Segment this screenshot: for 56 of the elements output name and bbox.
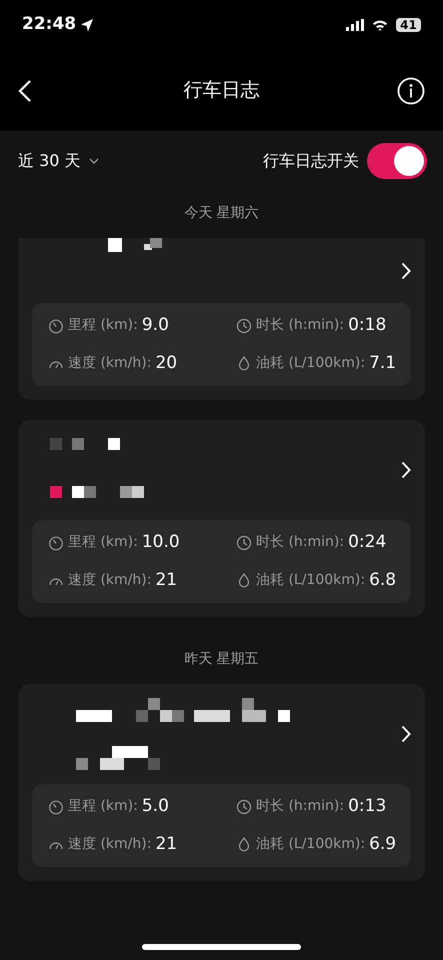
stat-value: 20	[155, 352, 178, 374]
clock-icon	[236, 534, 252, 551]
location-arrow-icon	[80, 18, 94, 32]
drop-icon	[236, 572, 252, 588]
stopwatch-icon	[48, 534, 64, 551]
stat-value: 21	[155, 568, 178, 592]
date-heading: 今天 星期六	[183, 204, 260, 223]
toggle-label: 行车日志开关	[263, 150, 359, 172]
stat-value: 0:24	[348, 531, 386, 554]
clock-icon	[236, 318, 252, 334]
stat-label: 油耗 (L/100km):	[256, 570, 366, 590]
stat-value: 10.0	[142, 531, 180, 554]
stat-label: 里程 (km):	[68, 797, 138, 816]
stat-value: 21	[155, 832, 178, 856]
clock-icon	[236, 798, 252, 815]
stopwatch-icon	[48, 318, 64, 334]
stat-label: 油耗 (L/100km):	[256, 834, 366, 854]
stat-label: 速度 (km/h):	[68, 570, 152, 590]
caret-icon	[88, 158, 99, 164]
pixelated-address-drawing	[108, 238, 162, 252]
stat-value: 7.1	[369, 352, 396, 374]
stat-value: 6.9	[369, 832, 396, 856]
drop-icon	[236, 836, 252, 852]
back-button[interactable]	[18, 78, 32, 102]
stat-label: 时长 (h:min):	[256, 316, 344, 336]
trip-card[interactable]: 里程 (km): 5.0 时长 (h:min): 0:13 速度 (km/h): 21 油耗 (L/100km): 6.9	[18, 684, 425, 881]
stat-value: 6.8	[369, 568, 396, 592]
stat-value: 9.0	[142, 314, 169, 337]
chevron-right-icon	[401, 461, 411, 479]
info-button[interactable]	[397, 76, 425, 104]
clock-time: 22:48	[22, 13, 76, 36]
page-title: 行车日志	[184, 79, 260, 101]
drop-icon	[236, 355, 252, 372]
stat-label: 时长 (h:min):	[256, 533, 344, 552]
log-toggle[interactable]	[367, 143, 427, 179]
stopwatch-icon	[48, 798, 64, 815]
trip-card[interactable]: 里程 (km): 10.0 时长 (h:min): 0:24 速度 (km/h): 21 油耗 (L/100km): 6.8	[18, 420, 425, 617]
stat-label: 油耗 (L/100km):	[256, 354, 366, 373]
stat-label: 速度 (km/h):	[68, 834, 152, 854]
info-icon	[397, 76, 425, 104]
stat-label: 里程 (km):	[68, 316, 138, 336]
stat-label: 里程 (km):	[68, 533, 138, 552]
back-icon	[18, 78, 32, 102]
stat-value: 0:13	[348, 795, 386, 818]
stat-label: 时长 (h:min):	[256, 797, 344, 816]
stat-value: 0:18	[348, 314, 386, 337]
range-dropdown[interactable]: 近 30 天	[18, 149, 99, 173]
trip-card[interactable]: 里程 (km): 9.0 时长 (h:min): 0:18 速度 (km/h): 20 油耗 (L/100km): 7.1	[18, 238, 425, 400]
battery-level: 41	[396, 18, 421, 32]
stat-label: 速度 (km/h):	[68, 354, 152, 373]
signal-icon	[346, 19, 364, 31]
date-heading: 昨天 星期五	[183, 650, 260, 669]
chevron-right-icon	[401, 725, 411, 743]
chevron-right-icon	[401, 262, 411, 280]
wifi-icon	[372, 19, 388, 31]
stat-value: 5.0	[142, 795, 169, 818]
